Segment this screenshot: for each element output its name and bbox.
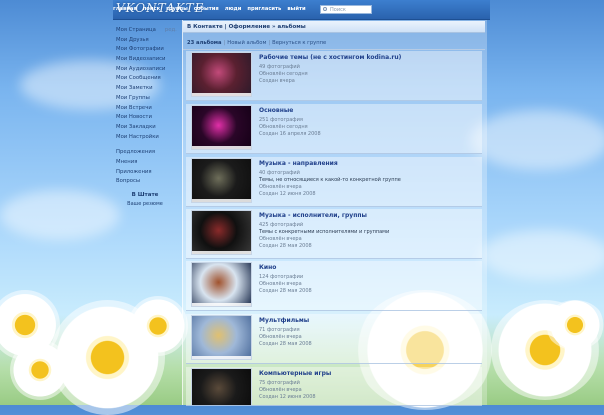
album-title[interactable]: Кино: [259, 264, 276, 271]
resume-link[interactable]: Ваше резюме: [116, 201, 174, 207]
album-created: Создан вчера: [259, 78, 295, 84]
sidebar-item-my-page[interactable]: Моя Страница ред.: [116, 26, 186, 36]
sidebar-item-groups[interactable]: Мои Группы: [116, 94, 186, 104]
album-thumbnail[interactable]: [191, 315, 252, 360]
album-row[interactable]: Мультфильмы 71 фотография Обновлён вчера…: [186, 314, 482, 364]
album-thumbnail[interactable]: [191, 105, 252, 150]
sidebar-item-bookmarks[interactable]: Мои Закладки: [116, 123, 186, 133]
nav-groups[interactable]: группы: [166, 6, 188, 12]
separator: |: [268, 40, 271, 46]
album-photo-count: 75 фотографий: [259, 380, 300, 386]
album-created: Создан 12 июня 2008: [259, 394, 316, 400]
sidebar-item-suggestions[interactable]: Предложения: [116, 148, 186, 158]
nav-invite[interactable]: пригласить: [247, 6, 281, 12]
album-updated: Обновлён вчера: [259, 184, 302, 190]
album-updated: Обновлён вчера: [259, 281, 302, 287]
album-description: Темы с конкретными исполнителями и групп…: [259, 229, 390, 235]
separator: |: [223, 40, 226, 46]
album-description: Темы, не относящиеся к какой-то конкретн…: [259, 177, 401, 183]
sidebar-item-audio[interactable]: Мои Аудиозаписи: [116, 65, 186, 75]
album-updated: Обновлён сегодня: [259, 124, 308, 130]
album-row[interactable]: Рабочие темы (не с хостингом kodina.ru) …: [186, 51, 482, 101]
cloud: [0, 190, 120, 240]
album-thumbnail[interactable]: [191, 368, 252, 405]
sidebar-item-notes[interactable]: Мои Заметки: [116, 84, 186, 94]
back-to-group-link[interactable]: Вернуться к группе: [272, 40, 326, 46]
sidebar-item-opinions[interactable]: Мнения: [116, 158, 186, 168]
album-photo-count: 49 фотографий: [259, 64, 300, 70]
cloud: [470, 110, 604, 170]
album-created: Создан 28 мая 2008: [259, 341, 312, 347]
album-updated: Обновлён вчера: [259, 387, 302, 393]
album-created: Создан 12 июня 2008: [259, 191, 316, 197]
album-thumbnail[interactable]: [191, 158, 252, 203]
cloud: [480, 230, 604, 280]
sidebar-item-settings[interactable]: Мои Настройки: [116, 133, 186, 143]
album-updated: Обновлён сегодня: [259, 71, 308, 77]
sidebar-item-friends[interactable]: Мои Друзья: [116, 36, 186, 46]
top-nav: главная поиск группы события люди пригла…: [113, 6, 306, 12]
album-row[interactable]: Музыка - исполнители, группы 425 фотогра…: [186, 209, 482, 259]
album-created: Создан 16 апреля 2008: [259, 131, 321, 137]
nav-logout[interactable]: выйти: [287, 6, 305, 12]
sidebar-item-photos[interactable]: Мои Фотографии: [116, 45, 186, 55]
search-icon: [323, 7, 327, 11]
divider: [183, 49, 485, 50]
nav-home[interactable]: главная: [113, 6, 137, 12]
nav-people[interactable]: люди: [225, 6, 242, 12]
album-toolbar: 23 альбома | Новый альбом | Вернуться к груп…: [187, 40, 326, 46]
album-created: Создан 28 мая 2008: [259, 288, 312, 294]
album-thumbnail[interactable]: [191, 262, 252, 307]
album-thumbnail[interactable]: [191, 210, 252, 255]
state-title[interactable]: В Штате: [116, 192, 174, 198]
edit-link[interactable]: ред.: [165, 27, 177, 33]
album-row[interactable]: Основные 251 фотография Обновлён сегодня…: [186, 104, 482, 154]
album-title[interactable]: Мультфильмы: [259, 317, 309, 324]
sidebar-item-news[interactable]: Мои Новости: [116, 113, 186, 123]
breadcrumb[interactable]: В Контакте | Оформление » альбомы: [187, 24, 306, 30]
sidebar-item-videos[interactable]: Мои Видеозаписи: [116, 55, 186, 65]
album-photo-count: 251 фотография: [259, 117, 303, 123]
album-photo-count: 425 фотографий: [259, 222, 304, 228]
album-title[interactable]: Основные: [259, 107, 293, 114]
album-updated: Обновлён вчера: [259, 236, 302, 242]
new-album-link[interactable]: Новый альбом: [227, 40, 266, 46]
sidebar-item-questions[interactable]: Вопросы: [116, 177, 186, 187]
album-photo-count: 124 фотографии: [259, 274, 304, 280]
nav-events[interactable]: события: [194, 6, 219, 12]
album-title[interactable]: Музыка - направления: [259, 160, 338, 167]
album-title[interactable]: Рабочие темы (не с хостингом kodina.ru): [259, 54, 401, 61]
sidebar-item-messages[interactable]: Мои Сообщения: [116, 74, 186, 84]
album-row[interactable]: Компьютерные игры 75 фотографий Обновлён…: [186, 367, 482, 406]
album-thumbnail[interactable]: [191, 52, 252, 97]
breadcrumb-bar: В Контакте | Оформление » альбомы: [183, 21, 485, 33]
album-created: Создан 28 мая 2008: [259, 243, 312, 249]
sidebar-item-events[interactable]: Мои Встречи: [116, 104, 186, 114]
album-row[interactable]: Музыка - направления 40 фотографий Темы,…: [186, 157, 482, 207]
sidebar: Моя Страница ред. Мои Друзья Мои Фотограф…: [116, 26, 186, 207]
nav-search[interactable]: поиск: [143, 6, 160, 12]
sidebar-item-applications[interactable]: Приложения: [116, 168, 186, 178]
album-photo-count: 40 фотографий: [259, 170, 300, 176]
album-title[interactable]: Компьютерные игры: [259, 370, 331, 377]
album-count: 23 альбома: [187, 40, 222, 46]
search-placeholder: Поиск: [330, 7, 346, 13]
album-row[interactable]: Кино 124 фотографии Обновлён вчера Созда…: [186, 261, 482, 311]
daisy-flower: [10, 340, 70, 400]
daisy-flower: [128, 296, 188, 356]
daisy-flower: [545, 300, 604, 350]
album-title[interactable]: Музыка - исполнители, группы: [259, 212, 367, 219]
album-photo-count: 71 фотография: [259, 327, 300, 333]
search-input[interactable]: Поиск: [320, 5, 372, 14]
album-updated: Обновлён вчера: [259, 334, 302, 340]
